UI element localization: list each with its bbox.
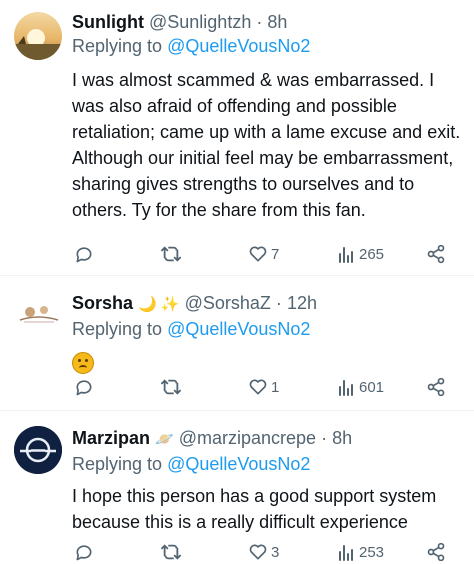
share-icon xyxy=(427,542,445,562)
share-icon xyxy=(427,377,445,397)
tweet-marzipan[interactable]: Marzipan 🪐 @marzipancrepe · 8h Replying … xyxy=(0,411,474,562)
retweet-button[interactable] xyxy=(160,377,182,397)
timestamp[interactable]: 8h xyxy=(267,12,287,32)
like-icon xyxy=(249,544,267,560)
tweet-text: I hope this person has a good support sy… xyxy=(72,486,437,532)
tweet-sunlight[interactable]: Sunlight @Sunlightzh · 8h Replying to @Q… xyxy=(0,0,474,276)
replying-to: Replying to @QuelleVousNo2 xyxy=(72,35,464,57)
replying-to-label: Replying to xyxy=(72,36,163,56)
replying-to-label: Replying to xyxy=(72,319,163,339)
reply-icon xyxy=(76,545,92,561)
retweet-button[interactable] xyxy=(160,244,182,264)
separator: · xyxy=(275,293,282,313)
replying-to-label: Replying to xyxy=(72,454,163,474)
like-button[interactable]: 3 xyxy=(248,542,279,562)
share-button[interactable] xyxy=(426,244,446,264)
like-icon xyxy=(249,246,267,262)
view-count: 253 xyxy=(359,543,385,561)
avatar-marzipan[interactable] xyxy=(14,426,62,474)
retweet-button[interactable] xyxy=(160,542,182,562)
author-name[interactable]: Sorsha xyxy=(72,293,133,313)
like-button[interactable]: 1 xyxy=(248,377,279,397)
timestamp[interactable]: 8h xyxy=(332,428,352,448)
replying-to-link[interactable]: @QuelleVousNo2 xyxy=(167,454,310,474)
share-button[interactable] xyxy=(426,542,446,562)
author-handle[interactable]: @marzipancrepe xyxy=(179,428,316,448)
replying-to: Replying to @QuelleVousNo2 xyxy=(72,318,464,340)
like-button[interactable]: 7 xyxy=(248,244,279,264)
reply-button[interactable] xyxy=(74,542,94,562)
like-count: 7 xyxy=(271,245,280,263)
avatar-sorsha[interactable] xyxy=(14,288,62,336)
retweet-icon xyxy=(161,544,181,560)
views-button[interactable]: 601 xyxy=(338,377,384,397)
view-count: 265 xyxy=(359,245,385,263)
author-name[interactable]: Marzipan xyxy=(72,428,150,448)
tweet-sorsha[interactable]: Sorsha 🌙 ✨ @SorshaZ · 12h Replying to @Q… xyxy=(0,276,474,411)
replying-to: Replying to @QuelleVousNo2 xyxy=(72,453,464,475)
reply-icon xyxy=(76,380,92,396)
frowning-face-emoji xyxy=(72,352,94,374)
replying-to-link[interactable]: @QuelleVousNo2 xyxy=(167,36,310,56)
views-icon xyxy=(339,545,353,561)
view-count: 601 xyxy=(359,378,385,396)
retweet-icon xyxy=(161,379,181,395)
like-count: 1 xyxy=(271,378,280,396)
like-icon xyxy=(249,379,267,395)
replying-to-link[interactable]: @QuelleVousNo2 xyxy=(167,319,310,339)
separator: · xyxy=(256,12,263,32)
name-emoji: 🌙 ✨ xyxy=(138,296,180,313)
author-handle[interactable]: @Sunlightzh xyxy=(149,12,251,32)
tweet-actions: 3 253 xyxy=(72,542,452,564)
views-icon xyxy=(339,380,353,396)
share-icon xyxy=(427,244,445,264)
separator: · xyxy=(321,428,328,448)
views-icon xyxy=(339,247,353,263)
tweet-text: I was almost scammed & was embarrassed. … xyxy=(72,70,461,220)
author-name[interactable]: Sunlight xyxy=(72,12,144,32)
tweet-actions: 1 601 xyxy=(72,377,452,399)
like-count: 3 xyxy=(271,543,280,561)
views-button[interactable]: 265 xyxy=(338,244,384,264)
avatar-sunlight[interactable] xyxy=(14,12,62,60)
views-button[interactable]: 253 xyxy=(338,542,384,562)
reply-button[interactable] xyxy=(74,377,94,397)
retweet-icon xyxy=(161,246,181,262)
reply-icon xyxy=(76,247,92,263)
reply-button[interactable] xyxy=(74,244,94,264)
tweet-actions: 7 265 xyxy=(72,244,452,266)
author-handle[interactable]: @SorshaZ xyxy=(185,293,271,313)
timestamp[interactable]: 12h xyxy=(287,293,317,313)
name-emoji: 🪐 xyxy=(155,431,174,448)
share-button[interactable] xyxy=(426,377,446,397)
